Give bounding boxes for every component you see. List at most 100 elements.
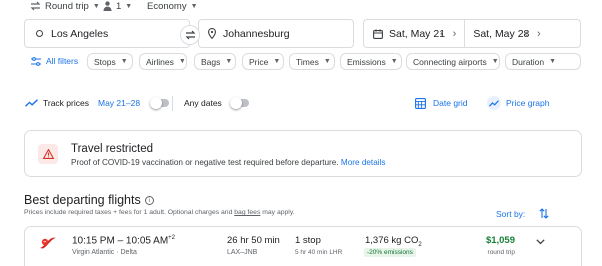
chip-label: Airlines	[146, 56, 174, 67]
filter-chip-duration[interactable]: Duration ▼	[505, 53, 581, 70]
filter-chip-price[interactable]: Price ▼	[242, 53, 284, 70]
results-heading-row: Best departing flights i	[24, 193, 154, 207]
destination-value: Johannesburg	[223, 27, 290, 40]
results-heading: Best departing flights	[24, 193, 141, 207]
price-graph-button[interactable]: Price graph	[487, 96, 549, 110]
sort-icon[interactable]	[539, 208, 549, 219]
track-prices-label: Track prices	[43, 98, 89, 108]
flight-route: LAX–JNB	[227, 249, 258, 256]
trend-line-icon	[25, 99, 38, 107]
filter-chip-connecting-airports[interactable]: Connecting airports ▼	[406, 53, 500, 70]
price-note-suffix: may apply.	[262, 209, 295, 216]
origin-field[interactable]: Los Angeles	[24, 19, 190, 48]
track-prices-switch[interactable]	[150, 97, 170, 109]
chevron-down-icon: ▼	[549, 58, 557, 65]
swap-locations-button[interactable]	[180, 25, 200, 45]
return-next-arrow-icon[interactable]: ›	[537, 28, 541, 40]
cabin-class-select[interactable]: Economy ▼	[147, 0, 198, 12]
chevron-down-icon: ▼	[125, 2, 133, 10]
sort-control[interactable]: Sort by:	[496, 208, 549, 219]
return-prev-arrow-icon[interactable]: ‹	[524, 28, 528, 40]
chevron-down-icon: ▼	[92, 2, 100, 10]
price-graph-label: Price graph	[506, 98, 550, 108]
flight-layover: 5 hr 40 min LHR	[295, 249, 343, 256]
price-note-prefix: Prices include required taxes + fees for…	[24, 209, 233, 216]
any-dates-label: Any dates	[184, 98, 222, 108]
sort-by-label: Sort by:	[496, 208, 526, 219]
passengers-count: 1	[116, 0, 122, 12]
destination-field[interactable]: Johannesburg	[198, 19, 354, 48]
chevron-down-icon: ▼	[190, 2, 198, 10]
chevron-down-icon: ▼	[120, 58, 128, 65]
travel-restriction-card: Travel restricted Proof of COVID-19 vacc…	[24, 130, 582, 177]
restriction-title: Travel restricted	[71, 143, 154, 155]
chip-label: Stops	[94, 56, 116, 67]
any-dates-toggle[interactable]: Any dates	[184, 97, 249, 109]
flight-result-row[interactable]: 10:15 PM – 10:05 AM+2 Virgin Atlantic · …	[24, 226, 582, 266]
round-trip-arrows-icon	[30, 1, 41, 11]
date-divider	[464, 20, 466, 47]
trip-type-label: Round trip	[45, 0, 89, 12]
chevron-down-icon: ▼	[178, 58, 186, 65]
bag-fees-link[interactable]: bag fees	[234, 209, 260, 216]
info-icon[interactable]: i	[144, 195, 154, 205]
date-grid-button[interactable]: Date grid	[415, 97, 468, 109]
price-graph-icon	[487, 96, 501, 110]
filter-chip-times[interactable]: Times ▼	[289, 53, 335, 70]
track-prices-toggle[interactable]: Track prices May 21–28	[25, 97, 170, 109]
all-filters-label: All filters	[46, 56, 79, 66]
chip-label: Price	[249, 56, 269, 67]
filter-chip-emissions[interactable]: Emissions ▼	[340, 53, 402, 70]
price-note: Prices include required taxes + fees for…	[24, 209, 295, 216]
flight-duration: 26 hr 50 min	[227, 235, 280, 246]
tune-icon	[31, 56, 41, 66]
flight-airlines: Virgin Atlantic · Delta	[72, 249, 137, 256]
emissions-badge: -20% emissions	[364, 248, 416, 257]
restriction-text-line: Proof of COVID-19 vaccination or negativ…	[71, 158, 386, 167]
filter-chip-stops[interactable]: Stops ▼	[87, 53, 133, 70]
return-date[interactable]: Sat, May 28	[473, 28, 529, 40]
passengers-select[interactable]: 1 ▼	[103, 0, 132, 12]
date-grid-label: Date grid	[433, 98, 468, 108]
origin-value: Los Angeles	[51, 27, 109, 40]
track-date-range: May 21–28	[97, 98, 141, 108]
more-details-link[interactable]: More details	[341, 158, 386, 167]
day-offset: +2	[168, 235, 176, 241]
chip-label: Connecting airports	[413, 56, 487, 67]
airline-logo	[38, 236, 58, 252]
flight-price: $1,059	[485, 235, 515, 246]
chevron-down-icon: ▼	[491, 58, 499, 65]
trip-type-select[interactable]: Round trip ▼	[30, 0, 100, 12]
origin-circle-icon	[36, 30, 43, 37]
chip-label: Emissions	[347, 56, 386, 67]
depart-next-arrow-icon[interactable]: ›	[453, 28, 457, 40]
depart-prev-arrow-icon[interactable]: ‹	[440, 28, 444, 40]
flight-stops: 1 stop	[295, 235, 321, 246]
flight-times: 10:15 PM – 10:05 AM	[72, 235, 169, 247]
all-filters-button[interactable]: All filters	[31, 56, 78, 66]
chip-label: Bags	[201, 56, 221, 67]
cabin-class-label: Economy	[147, 0, 187, 12]
dates-field[interactable]: Sat, May 21 ‹ › Sat, May 28 ‹ ›	[363, 19, 581, 48]
any-dates-switch[interactable]	[229, 97, 249, 109]
depart-date[interactable]: Sat, May 21	[389, 28, 445, 40]
chevron-down-icon: ▼	[273, 58, 281, 65]
flight-emissions-line: 1,376 kg CO2	[365, 235, 422, 248]
emissions-subscript: 2	[418, 241, 422, 248]
chip-label: Duration	[512, 56, 545, 67]
filter-chip-bags[interactable]: Bags ▼	[194, 53, 236, 70]
flight-price-type: round trip	[487, 249, 515, 256]
person-icon	[103, 1, 112, 11]
swap-arrows-icon	[185, 30, 196, 40]
flight-times-line: 10:15 PM – 10:05 AM+2	[72, 235, 175, 246]
expand-chevron-icon[interactable]	[536, 239, 545, 245]
chevron-down-icon: ▼	[390, 58, 398, 65]
date-grid-icon	[415, 97, 426, 109]
warning-icon	[38, 144, 58, 164]
filter-chip-airlines[interactable]: Airlines ▼	[139, 53, 187, 70]
tracking-divider	[172, 96, 173, 111]
calendar-icon	[373, 28, 383, 39]
chevron-down-icon: ▼	[323, 58, 331, 65]
chip-label: Times	[296, 56, 319, 67]
restriction-text: Proof of COVID-19 vaccination or negativ…	[71, 158, 339, 167]
